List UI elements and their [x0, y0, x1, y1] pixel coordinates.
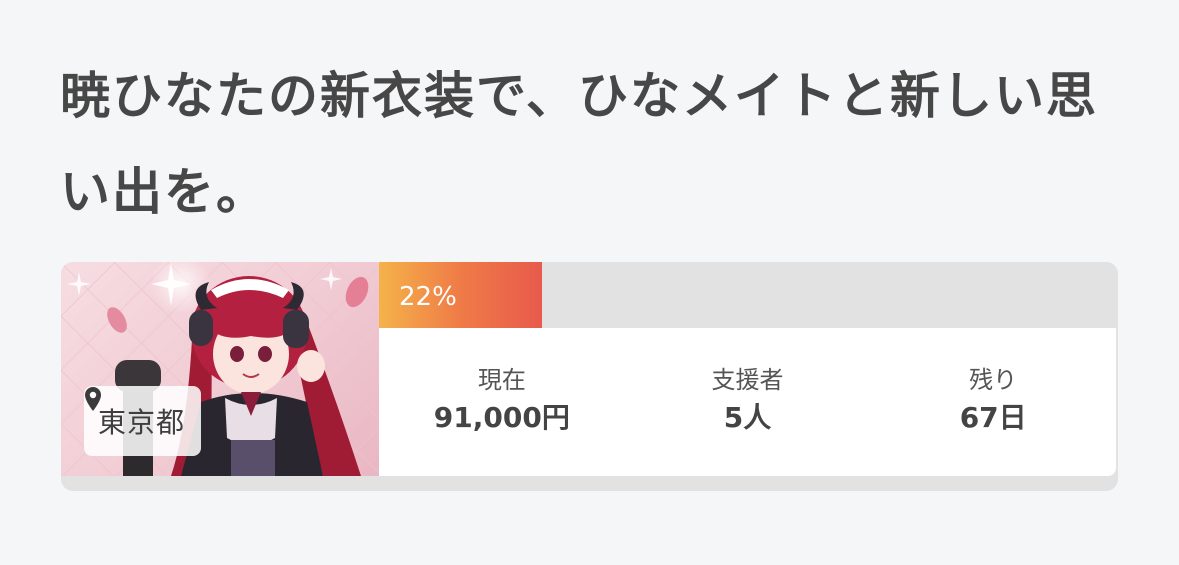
project-stats: 現在 91,000円 支援者 5人 残り 67日: [379, 328, 1116, 476]
project-title[interactable]: 暁ひなたの新衣装で、ひなメイトと新しい思い出を。: [60, 48, 1120, 240]
stat-value: 91,000円: [433, 401, 570, 434]
funding-percent: 22%: [399, 282, 457, 312]
map-pin-icon: [85, 387, 101, 411]
stat-value: 67日: [959, 401, 1027, 434]
location-badge: 東京都: [84, 386, 202, 456]
stat-current-amount: 現在 91,000円: [379, 328, 625, 476]
location-label: 東京都: [98, 406, 186, 439]
project-card-page: 暁ひなたの新衣装で、ひなメイトと新しい思い出を。 東京都 22% 現在 91,0…: [0, 0, 1179, 565]
project-thumbnail[interactable]: 東京都: [61, 262, 379, 476]
stat-label: 現在: [477, 366, 526, 394]
stat-label: 支援者: [711, 366, 784, 394]
stat-value: 5人: [723, 401, 772, 434]
stat-days-remaining: 残り 67日: [870, 328, 1116, 476]
project-summary-card[interactable]: 東京都 22% 現在 91,000円 支援者 5人 残り 67日: [61, 262, 1118, 491]
stat-supporters: 支援者 5人: [625, 328, 871, 476]
stat-label: 残り: [969, 366, 1018, 394]
funding-progress-bar: 22%: [379, 262, 1118, 328]
